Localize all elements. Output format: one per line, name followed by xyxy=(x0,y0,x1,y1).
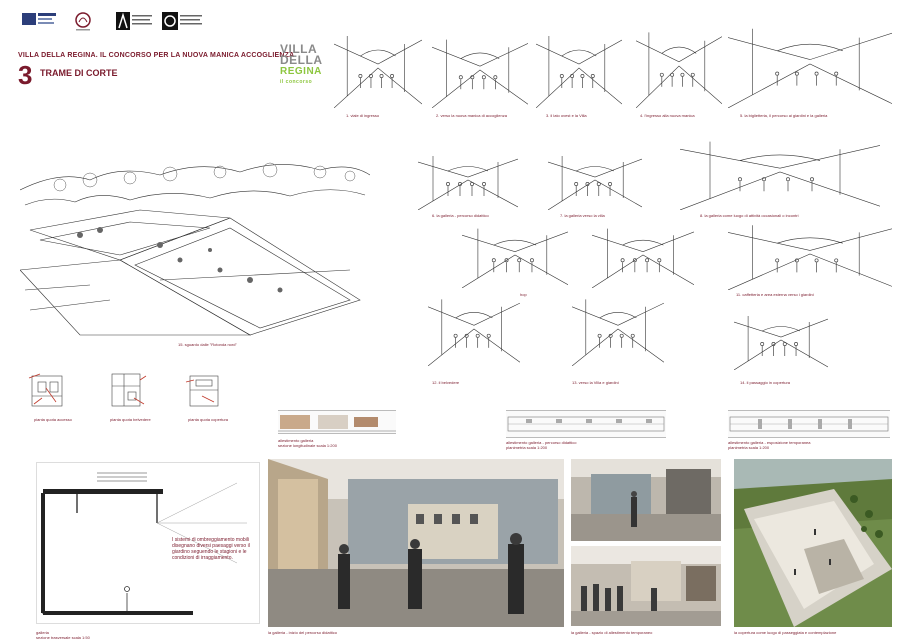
perspective-sketch-10 xyxy=(592,222,694,288)
brand-tag: il concorso xyxy=(280,79,313,85)
aerial-sketch xyxy=(20,150,370,340)
roof-render-aerial xyxy=(734,459,892,627)
sketch-caption-14: 14. il passaggio in copertura xyxy=(740,380,791,385)
perspective-sketch-8 xyxy=(680,134,880,210)
plan-belvedere xyxy=(104,368,148,412)
villa-della-regina-brand: VILLA DELLA REGINA il concorso xyxy=(280,43,323,100)
elevation-gallery-section xyxy=(278,410,396,434)
sketch-caption-1: 1. viale di ingresso xyxy=(346,113,380,118)
section-subtitle: TRAME DI CORTE xyxy=(40,68,118,78)
perspective-sketch-5 xyxy=(728,20,892,108)
perspective-sketch-4 xyxy=(636,24,722,108)
poster-title: VILLA DELLA REGINA. IL CONCORSO PER LA N… xyxy=(18,52,295,59)
plan-roof xyxy=(182,368,226,412)
section-caption: galleria sezione trasversale scala 1:50 xyxy=(36,630,90,640)
plan-access xyxy=(26,368,70,412)
elevation-caption-2: allestimento galleria - percorso didatti… xyxy=(506,440,576,450)
brand-word-regina: REGINA xyxy=(280,66,322,77)
university-seal-logo xyxy=(72,10,94,32)
elevation-temporary-plan xyxy=(728,410,890,438)
foundation-logo xyxy=(162,10,206,32)
elevation-caption-1-line2: sezione longitudinale scala 1:200 xyxy=(278,443,337,448)
elevation-caption-3-line2: planimetria scala 1:200 xyxy=(728,445,770,450)
perspective-sketch-11 xyxy=(728,218,892,290)
section-number: 3 xyxy=(18,60,33,90)
gallery-render-temporary-bottom xyxy=(571,546,721,626)
elevation-caption-2-line2: planimetria scala 1:200 xyxy=(506,445,548,450)
ministry-logo xyxy=(22,10,56,32)
render-caption-2: la galleria - spazio di allestimento tem… xyxy=(571,630,653,635)
plan-caption-roof: pianta quota copertura xyxy=(188,417,229,422)
sketch-caption-15: 15. sguardo dalle "Rotonda nord" xyxy=(178,342,237,347)
perspective-sketch-2 xyxy=(432,32,528,108)
perspective-sketch-12 xyxy=(428,292,520,366)
sketch-caption-3: 3. il lato ovest e la Villa xyxy=(546,113,587,118)
gallery-render-main xyxy=(268,459,564,627)
elevation-caption-1: allestimento galleria sezione longitudin… xyxy=(278,438,337,448)
sketch-caption-5: 5. la biglietteria, il percorso ai giard… xyxy=(740,113,828,118)
elevation-caption-3: allestimento galleria - esposizione temp… xyxy=(728,440,811,450)
association-logo xyxy=(116,10,156,32)
elevation-didactic-plan xyxy=(506,410,666,438)
render-caption-1: la galleria - inizio del percorso didatt… xyxy=(268,630,337,635)
sketch-caption-6: 6. la galleria - percorso didattico xyxy=(432,213,489,218)
sketch-caption-7: 7. la galleria verso la villa xyxy=(560,213,605,218)
perspective-sketch-14 xyxy=(734,310,828,370)
sketch-caption-13: 13. verso la Villa e giardini xyxy=(572,380,619,385)
gallery-render-temporary-top xyxy=(571,459,721,541)
perspective-sketch-9 xyxy=(462,222,568,288)
sketch-caption-11: 11. caffetteria e area esterna verso i g… xyxy=(736,292,814,297)
perspective-sketch-6 xyxy=(418,150,518,210)
perspective-sketch-3 xyxy=(536,28,622,108)
section-caption-line2: sezione trasversale scala 1:50 xyxy=(36,635,90,640)
sketch-caption-2: 2. verso la nuova manica di accoglienza xyxy=(436,113,507,118)
perspective-sketch-7 xyxy=(548,150,642,210)
sketch-caption-4: 4. l'ingresso alla nuova manica xyxy=(640,113,695,118)
plan-caption-belvedere: pianta quota belvedere xyxy=(110,417,151,422)
render-caption-3: la copertura come luogo di passeggiata e… xyxy=(734,630,837,635)
perspective-sketch-1 xyxy=(334,28,422,108)
brand-word-della: DELLA xyxy=(280,53,323,67)
sketch-caption-12: 12. il belvedere xyxy=(432,380,460,385)
shading-systems-note: I sistemi di ombreggiamento mobili diseg… xyxy=(172,537,250,561)
plan-caption-access: pianta quota accesso xyxy=(34,417,72,422)
perspective-sketch-13 xyxy=(572,292,664,366)
